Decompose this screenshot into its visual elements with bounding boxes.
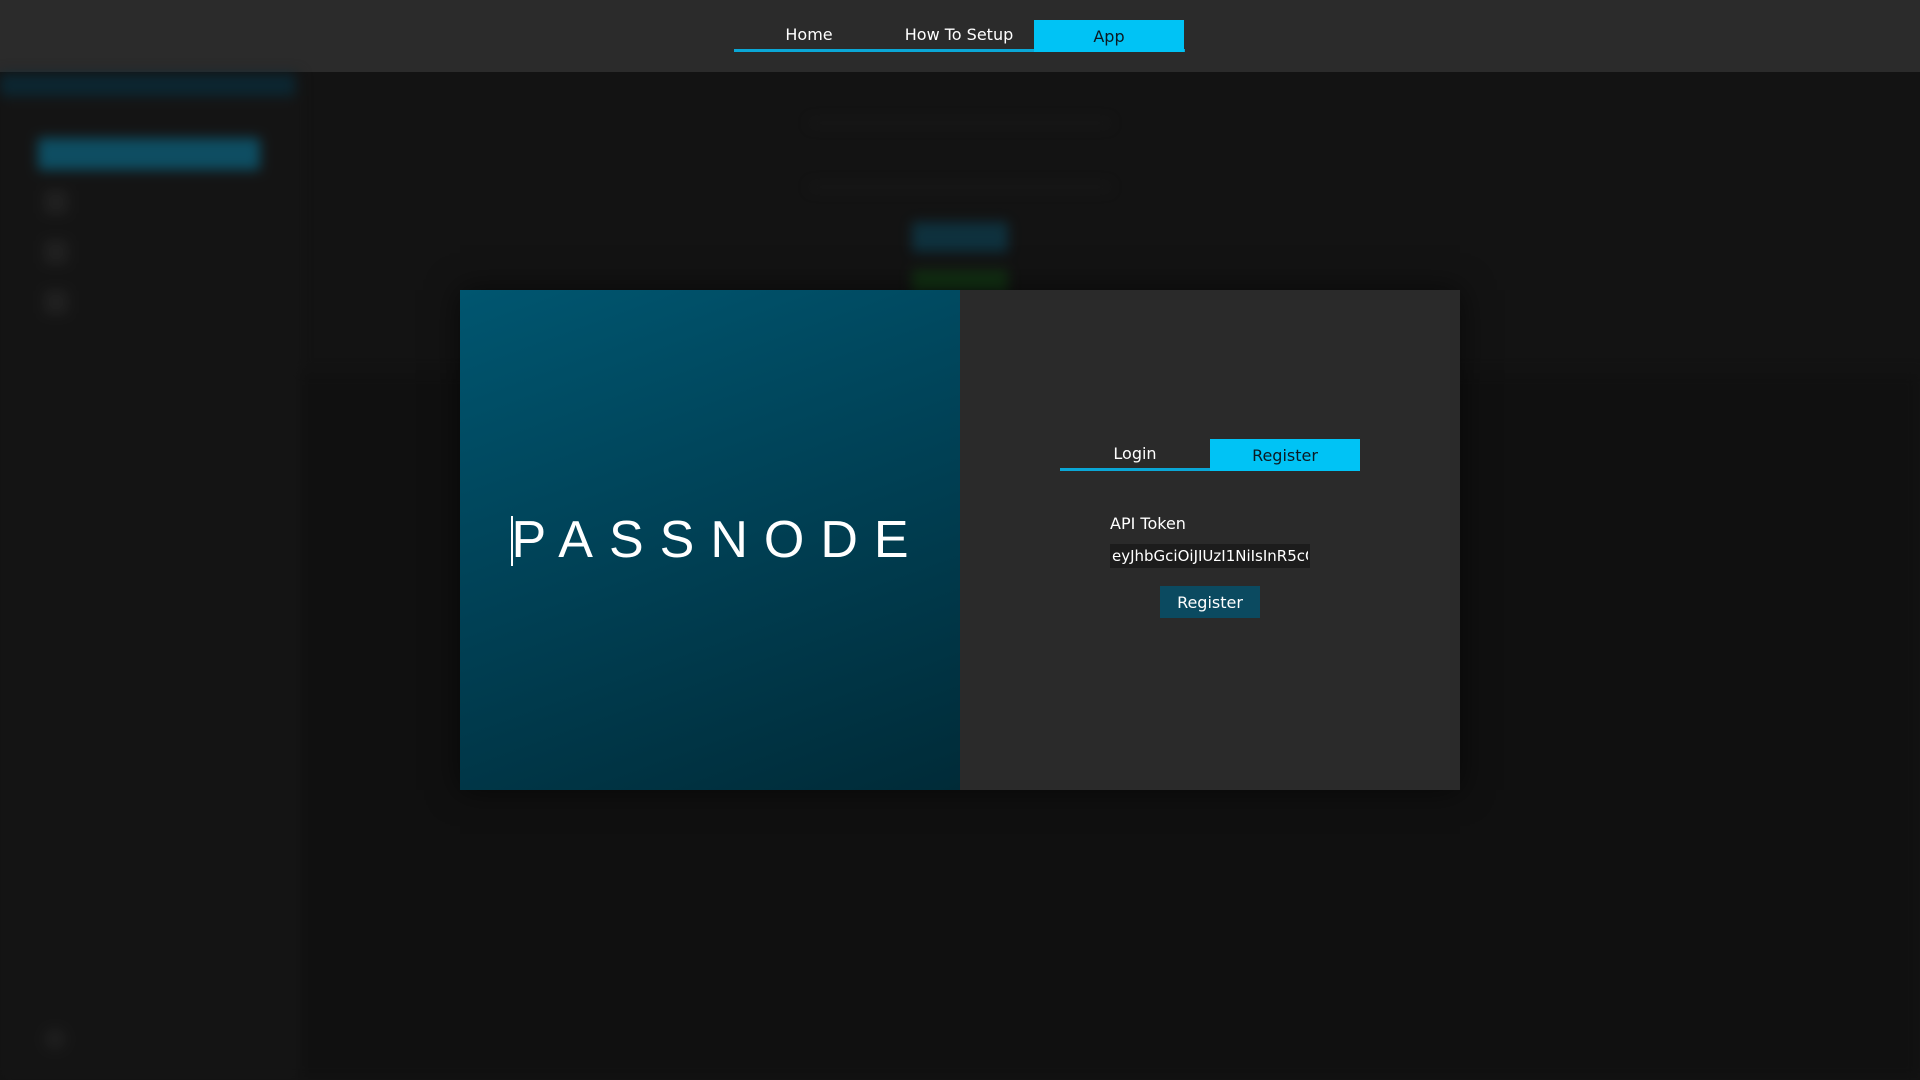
nav-tab-app[interactable]: App — [1034, 20, 1184, 52]
background-item-icon — [44, 290, 68, 314]
register-button[interactable]: Register — [1160, 586, 1260, 618]
background-strip — [0, 74, 295, 96]
tab-register[interactable]: Register — [1210, 439, 1360, 471]
background-settings — [44, 1028, 66, 1050]
api-token-label: API Token — [1110, 514, 1186, 533]
tab-login[interactable]: Login — [1060, 439, 1210, 468]
background-sidebar-item — [44, 290, 68, 314]
background-item-icon — [44, 240, 68, 264]
api-token-input[interactable] — [1110, 544, 1310, 568]
background-field-line — [810, 184, 1110, 190]
background-selected-item — [38, 138, 260, 170]
background-field-line — [810, 120, 1110, 126]
background-item-icon — [44, 190, 68, 214]
background-settings-icon — [44, 1028, 66, 1050]
nav-tab-home[interactable]: Home — [734, 20, 884, 49]
auth-tabs: Login Register — [1060, 439, 1360, 471]
nav-tabs: Home How To Setup App — [734, 20, 1185, 52]
background-sidebar — [0, 72, 300, 1080]
background-sidebar-item — [44, 190, 68, 214]
background-button — [912, 222, 1008, 252]
background-sidebar-item — [44, 240, 68, 264]
auth-modal: PASSNODE Login Register API Token Regist… — [460, 290, 1460, 790]
brand-logo: PASSNODE — [511, 510, 924, 570]
nav-tab-how-to-setup[interactable]: How To Setup — [884, 20, 1034, 49]
brand-panel: PASSNODE — [460, 290, 960, 790]
text-cursor-icon — [511, 516, 514, 566]
brand-name: PASSNODE — [511, 511, 925, 569]
top-navigation: Home How To Setup App — [0, 0, 1920, 72]
form-panel: Login Register API Token Register — [960, 290, 1460, 790]
